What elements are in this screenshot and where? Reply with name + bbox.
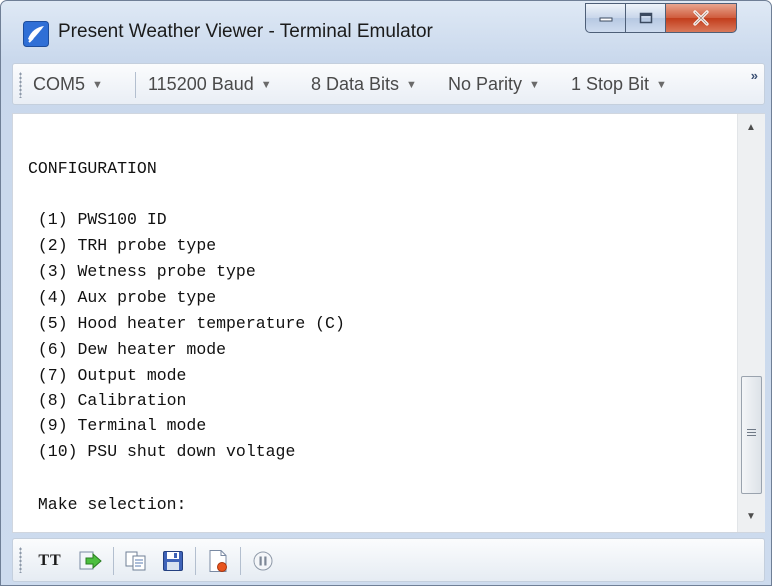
serial-settings-toolbar: COM5 ▼ 115200 Baud ▼ 8 Data Bits ▼ No Parit… xyxy=(12,63,765,105)
port-value: COM5 xyxy=(33,74,86,94)
font-icon: TT xyxy=(38,552,62,569)
maximize-icon xyxy=(639,12,652,24)
data-bits-dropdown[interactable]: 8 Data Bits ▼ xyxy=(311,74,417,95)
pause-button[interactable] xyxy=(250,548,276,574)
window-title: Present Weather Viewer - Terminal Emulat… xyxy=(58,21,433,42)
toolbar-overflow-button[interactable]: » xyxy=(751,68,758,83)
scroll-up-icon[interactable]: ▲ xyxy=(746,122,756,133)
terminal-line: (7) Output mode xyxy=(28,366,187,385)
log-file-button[interactable] xyxy=(205,548,231,574)
terminal-output[interactable]: CONFIGURATION (1) PWS100 ID (2) TRH prob… xyxy=(12,113,765,533)
port-dropdown[interactable]: COM5 ▼ xyxy=(33,74,103,95)
chevron-down-icon: ▼ xyxy=(92,79,103,91)
save-icon xyxy=(163,551,183,571)
baud-dropdown[interactable]: 115200 Baud ▼ xyxy=(148,74,272,95)
copy-button[interactable] xyxy=(123,548,149,574)
scrollbar-thumb[interactable] xyxy=(741,376,762,494)
toolbar-divider xyxy=(195,547,196,575)
terminal-prompt: Make selection: xyxy=(28,495,187,514)
terminal-line: CONFIGURATION xyxy=(28,159,157,178)
copy-icon xyxy=(125,551,146,571)
parity-value: No Parity xyxy=(448,74,523,94)
pause-icon xyxy=(253,551,273,571)
toolbar-grip[interactable] xyxy=(19,72,22,98)
toolbar-grip[interactable] xyxy=(19,547,22,573)
save-button[interactable] xyxy=(160,548,186,574)
terminal-line: (5) Hood heater temperature (C) xyxy=(28,314,345,333)
log-file-icon xyxy=(209,550,227,572)
vertical-scrollbar[interactable]: ▲ ▼ xyxy=(737,114,765,532)
send-file-icon xyxy=(79,551,102,570)
send-file-button[interactable] xyxy=(77,548,103,574)
toolbar-divider xyxy=(113,547,114,575)
window-controls xyxy=(585,3,737,33)
toolbar-divider xyxy=(240,547,241,575)
terminal-line: (8) Calibration xyxy=(28,391,187,410)
thumb-grip-icon xyxy=(747,429,756,438)
chevron-down-icon: ▼ xyxy=(260,79,272,91)
chevron-down-icon: ▼ xyxy=(406,79,417,91)
terminal-line: (10) PSU shut down voltage xyxy=(28,442,296,461)
terminal-emulator-window: Present Weather Viewer - Terminal Emulat… xyxy=(0,0,772,586)
close-button[interactable] xyxy=(665,3,737,33)
terminal-line: (9) Terminal mode xyxy=(28,416,207,435)
actions-toolbar: TT xyxy=(12,538,765,582)
close-icon xyxy=(693,10,709,26)
parity-dropdown[interactable]: No Parity ▼ xyxy=(448,74,540,95)
chevron-down-icon: ▼ xyxy=(529,79,540,91)
terminal-line: (2) TRH probe type xyxy=(28,236,217,255)
baud-value: 115200 Baud xyxy=(148,74,254,94)
minimize-icon xyxy=(599,17,612,22)
app-icon xyxy=(23,21,49,47)
terminal-line: (6) Dew heater mode xyxy=(28,340,227,359)
maximize-button[interactable] xyxy=(625,3,665,33)
terminal-line: (3) Wetness probe type xyxy=(28,262,256,281)
data-bits-value: 8 Data Bits xyxy=(311,74,400,94)
chevron-down-icon: ▼ xyxy=(656,79,667,91)
font-button[interactable]: TT xyxy=(33,548,67,574)
terminal-line: (1) PWS100 ID xyxy=(28,210,167,229)
toolbar-divider xyxy=(135,72,136,98)
minimize-button[interactable] xyxy=(585,3,625,33)
terminal-line: (4) Aux probe type xyxy=(28,288,217,307)
scroll-down-icon[interactable]: ▼ xyxy=(746,511,756,522)
stop-bits-dropdown[interactable]: 1 Stop Bit ▼ xyxy=(571,74,667,95)
stop-bits-value: 1 Stop Bit xyxy=(571,74,650,94)
title-bar[interactable]: Present Weather Viewer - Terminal Emulat… xyxy=(1,1,771,55)
